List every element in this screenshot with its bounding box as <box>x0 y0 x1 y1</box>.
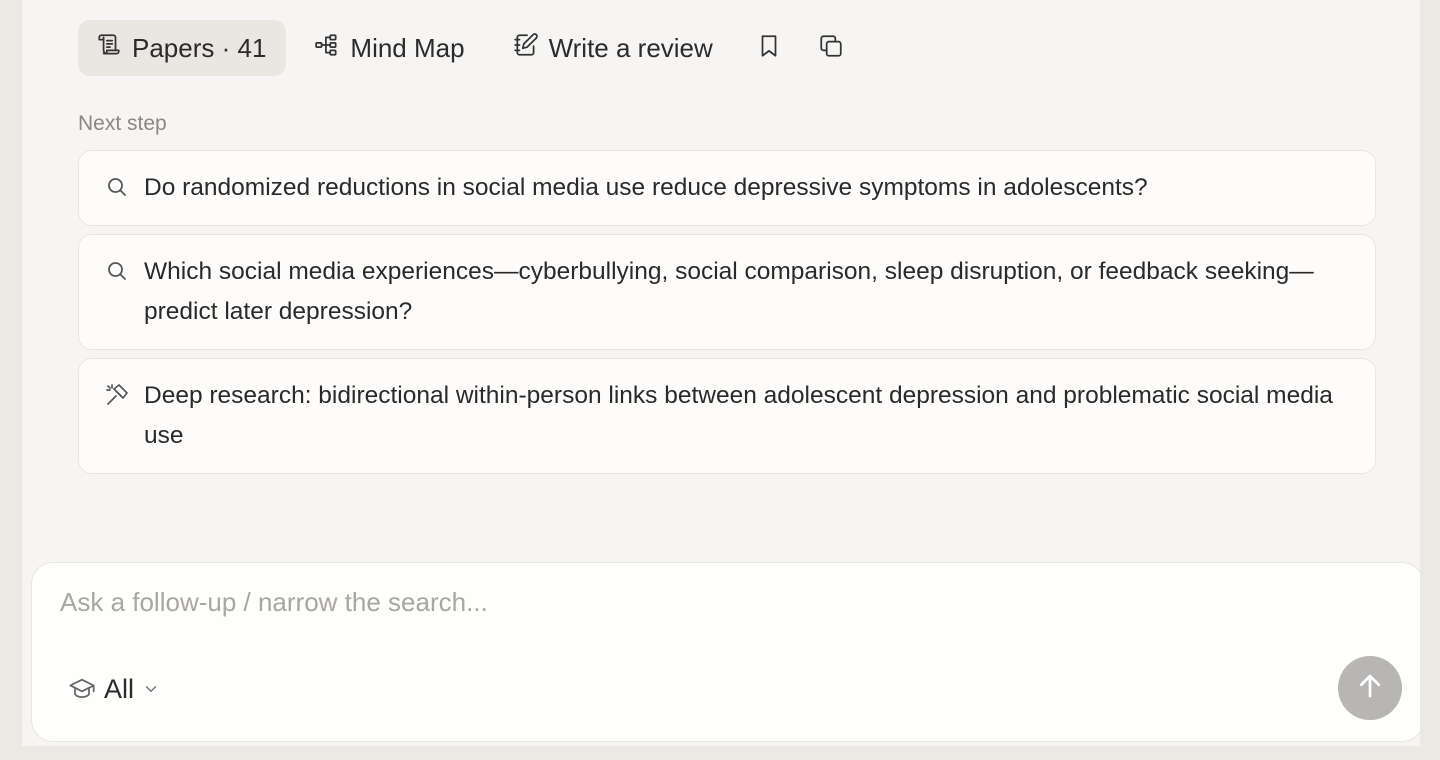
bottom-edge <box>22 746 1420 760</box>
suggestion-text: Deep research: bidirectional within-pers… <box>144 382 1333 449</box>
write-review-icon <box>513 32 539 65</box>
search-icon <box>105 175 129 199</box>
suggestion-item[interactable]: Do randomized reductions in social media… <box>78 150 1376 226</box>
follow-up-composer: All <box>31 562 1424 742</box>
papers-tab[interactable]: Papers · 41 <box>78 20 287 76</box>
send-button[interactable] <box>1338 656 1402 720</box>
write-review-button[interactable]: Write a review <box>495 20 733 76</box>
mind-map-button[interactable]: Mind Map <box>296 20 484 76</box>
suggestion-text: Which social media experiences—cyberbull… <box>144 258 1314 325</box>
copy-button[interactable] <box>805 20 857 76</box>
scope-selector[interactable]: All <box>68 671 160 707</box>
scope-label: All <box>104 673 135 704</box>
app-frame: Papers · 41 Mind Map Write a review Next… <box>0 0 1440 760</box>
graduation-cap-icon <box>68 675 96 703</box>
bookmark-button[interactable] <box>743 20 795 76</box>
follow-up-input[interactable] <box>60 587 1260 618</box>
suggestion-item[interactable]: Which social media experiences—cyberbull… <box>78 234 1376 350</box>
copy-icon <box>818 33 844 64</box>
mind-map-label: Mind Map <box>350 32 465 63</box>
bookmark-icon <box>756 33 782 64</box>
write-review-label: Write a review <box>548 32 713 63</box>
result-toolbar: Papers · 41 Mind Map Write a review <box>78 20 857 76</box>
chevron-down-icon <box>142 680 160 698</box>
deep-research-icon <box>105 383 129 407</box>
next-step-heading: Next step <box>78 112 167 135</box>
suggestion-item[interactable]: Deep research: bidirectional within-pers… <box>78 358 1376 474</box>
suggestion-text: Do randomized reductions in social media… <box>144 174 1148 201</box>
papers-tab-label: Papers · 41 <box>132 32 267 63</box>
mind-map-icon <box>314 32 340 65</box>
arrow-up-icon <box>1355 671 1385 706</box>
search-icon <box>105 259 129 283</box>
papers-icon <box>96 32 122 65</box>
